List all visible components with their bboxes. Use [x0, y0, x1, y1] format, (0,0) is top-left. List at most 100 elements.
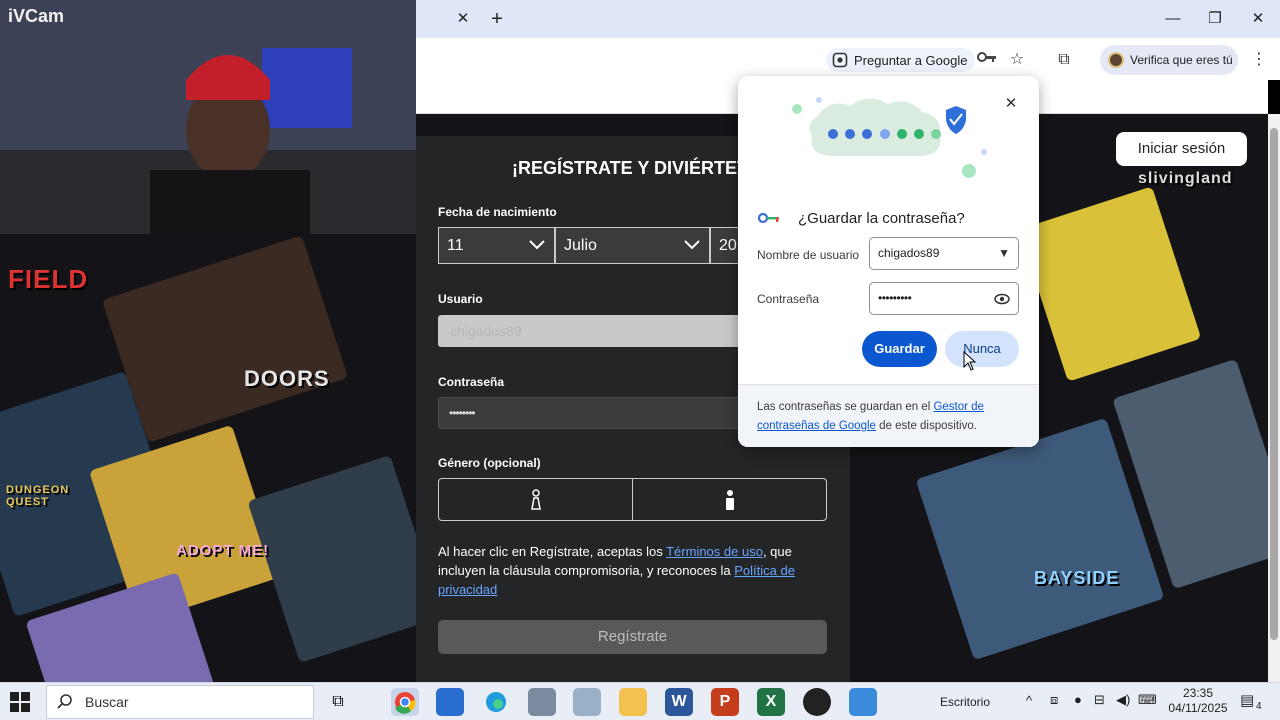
- username-value: chigados89: [450, 323, 522, 339]
- minimize-icon[interactable]: —: [1158, 6, 1188, 32]
- bookmark-star-icon[interactable]: ☆: [1006, 49, 1028, 71]
- calculator-taskbar-icon[interactable]: [528, 688, 556, 716]
- microphone-icon[interactable]: ●: [1074, 692, 1082, 707]
- save-password-button[interactable]: Guardar: [862, 331, 937, 367]
- mouse-cursor-icon: [963, 351, 977, 371]
- obs-taskbar-icon[interactable]: [803, 688, 831, 716]
- password-label: Contraseña: [438, 375, 505, 389]
- file-explorer-taskbar-icon[interactable]: [619, 688, 647, 716]
- male-icon: [725, 489, 734, 510]
- dob-label: Fecha de nacimiento: [438, 205, 557, 219]
- password-illustration: [792, 97, 987, 178]
- taskbar-clock[interactable]: 23:35 04/11/2025: [1166, 686, 1230, 716]
- search-placeholder: Buscar: [85, 694, 129, 710]
- doors-logo: DOORS: [244, 366, 330, 391]
- task-view-icon[interactable]: ⧉: [324, 688, 352, 716]
- ask-google-button[interactable]: Preguntar a Google: [826, 48, 976, 72]
- page-scrollbar[interactable]: [1268, 114, 1280, 682]
- dob-day-select[interactable]: 11: [438, 227, 555, 264]
- browser-tab-bar: [416, 0, 1280, 38]
- notification-icon[interactable]: ▤: [1240, 691, 1254, 709]
- powerpoint-taskbar-icon[interactable]: P: [711, 688, 739, 716]
- legal-notice: Al hacer clic en Regístrate, aceptas los…: [438, 542, 818, 599]
- never-save-button[interactable]: Nunca: [945, 331, 1019, 367]
- tray-chevron-icon[interactable]: ^: [1026, 693, 1032, 708]
- dungeon-quest-logo: DUNGEON QUEST: [6, 484, 70, 508]
- dob-month-select[interactable]: Julio: [555, 227, 710, 264]
- scrollbar-thumb[interactable]: [1270, 128, 1278, 640]
- popup-password-value: •••••••••: [878, 291, 912, 305]
- gender-male-button[interactable]: [633, 479, 826, 520]
- legal-text-1: Al hacer clic en Regístrate, aceptas los: [438, 544, 667, 559]
- tab-close-icon[interactable]: ✕: [452, 8, 474, 30]
- desktop-toolbar-label[interactable]: Escritorio: [940, 695, 990, 709]
- ask-google-label: Preguntar a Google: [854, 52, 968, 68]
- chevron-down-icon: [683, 228, 701, 276]
- verify-label: Verifica que eres tú: [1130, 53, 1233, 67]
- popup-password-label: Contraseña: [757, 292, 820, 306]
- control-panel-taskbar-icon[interactable]: [573, 688, 601, 716]
- new-tab-icon[interactable]: +: [486, 8, 508, 30]
- popup-username-value: chigados89: [878, 246, 940, 260]
- windows-taskbar: Buscar ⧉ W P X Escritorio ^ ⧈ ● ⊟ ◀) ⌨ 2…: [0, 682, 1280, 720]
- password-value: ••••••••: [449, 406, 476, 420]
- dropdown-arrow-icon: ▼: [998, 246, 1010, 260]
- dialog-title: ¿Guardar la contraseña?: [798, 210, 965, 227]
- clock-time: 23:35: [1182, 686, 1214, 700]
- footer-text-1: Las contraseñas se guardan en el: [757, 401, 934, 413]
- terms-link[interactable]: Términos de uso: [666, 544, 763, 559]
- login-button[interactable]: Iniciar sesión: [1116, 132, 1247, 166]
- windows-start-icon[interactable]: [10, 692, 30, 712]
- network-icon[interactable]: ⊟: [1094, 692, 1105, 708]
- slivingland-logo: slivingland: [1138, 170, 1233, 187]
- popup-username-label: Nombre de usuario: [757, 248, 860, 262]
- notification-count-badge: 4: [1256, 701, 1262, 712]
- dob-month-value: Julio: [564, 237, 597, 254]
- eye-icon[interactable]: [994, 283, 1010, 326]
- keyboard-icon[interactable]: ⌨: [1138, 692, 1157, 708]
- dialog-close-icon[interactable]: ✕: [1001, 94, 1021, 114]
- game-tile: [247, 454, 443, 664]
- webcam-feed-image: [0, 0, 416, 234]
- game-tile: [101, 235, 349, 443]
- word-taskbar-icon[interactable]: W: [665, 688, 693, 716]
- dialog-footer: Las contraseñas se guardan en el Gestor …: [738, 384, 1039, 447]
- volume-icon[interactable]: ◀): [1116, 692, 1130, 708]
- extensions-icon[interactable]: ⧉: [1053, 49, 1075, 71]
- restore-icon[interactable]: ❐: [1200, 6, 1230, 32]
- verify-profile-button[interactable]: Verifica que eres tú: [1100, 45, 1238, 75]
- register-button[interactable]: Regístrate: [438, 620, 827, 654]
- username-label: Usuario: [438, 292, 483, 306]
- female-icon: [530, 488, 541, 510]
- game-tile: [1018, 186, 1202, 382]
- save-password-dialog: ✕ ¿Guardar la contraseña? Nombre de usua…: [738, 76, 1039, 447]
- menu-dots-icon[interactable]: ⋮: [1248, 49, 1270, 71]
- window-close-icon[interactable]: ✕: [1243, 6, 1273, 32]
- clock-date: 04/11/2025: [1168, 701, 1228, 715]
- adopt-me-logo: ADOPT ME!: [176, 542, 270, 559]
- lens-icon: [832, 52, 848, 68]
- field-logo: FIELD: [8, 264, 89, 294]
- dob-year-select[interactable]: 20: [710, 227, 738, 264]
- search-icon: [57, 693, 73, 712]
- taskbar-search-input[interactable]: Buscar: [46, 685, 314, 719]
- avatar: [1108, 52, 1124, 68]
- chrome-taskbar-icon[interactable]: [391, 688, 419, 716]
- edge-taskbar-icon[interactable]: [482, 688, 510, 716]
- dob-day-value: 11: [447, 237, 464, 254]
- store-taskbar-icon[interactable]: [436, 688, 464, 716]
- dob-year-value: 20: [719, 237, 737, 254]
- gender-female-button[interactable]: [439, 479, 633, 520]
- webcam-app-label: iVCam: [8, 6, 65, 26]
- gender-selector: [438, 478, 827, 521]
- ivcam-taskbar-icon[interactable]: [849, 688, 877, 716]
- popup-username-select[interactable]: chigados89 ▼: [869, 237, 1019, 270]
- webcam-overlay: iVCam: [0, 0, 416, 234]
- password-key-icon[interactable]: [976, 49, 998, 71]
- popup-password-field[interactable]: •••••••••: [869, 282, 1019, 315]
- chevron-down-icon: [528, 228, 546, 276]
- excel-taskbar-icon[interactable]: X: [757, 688, 785, 716]
- bayside-logo: BAYSIDE: [1034, 568, 1120, 588]
- tray-app-icon[interactable]: ⧈: [1050, 692, 1058, 708]
- footer-text-2: de este dispositivo.: [875, 420, 977, 432]
